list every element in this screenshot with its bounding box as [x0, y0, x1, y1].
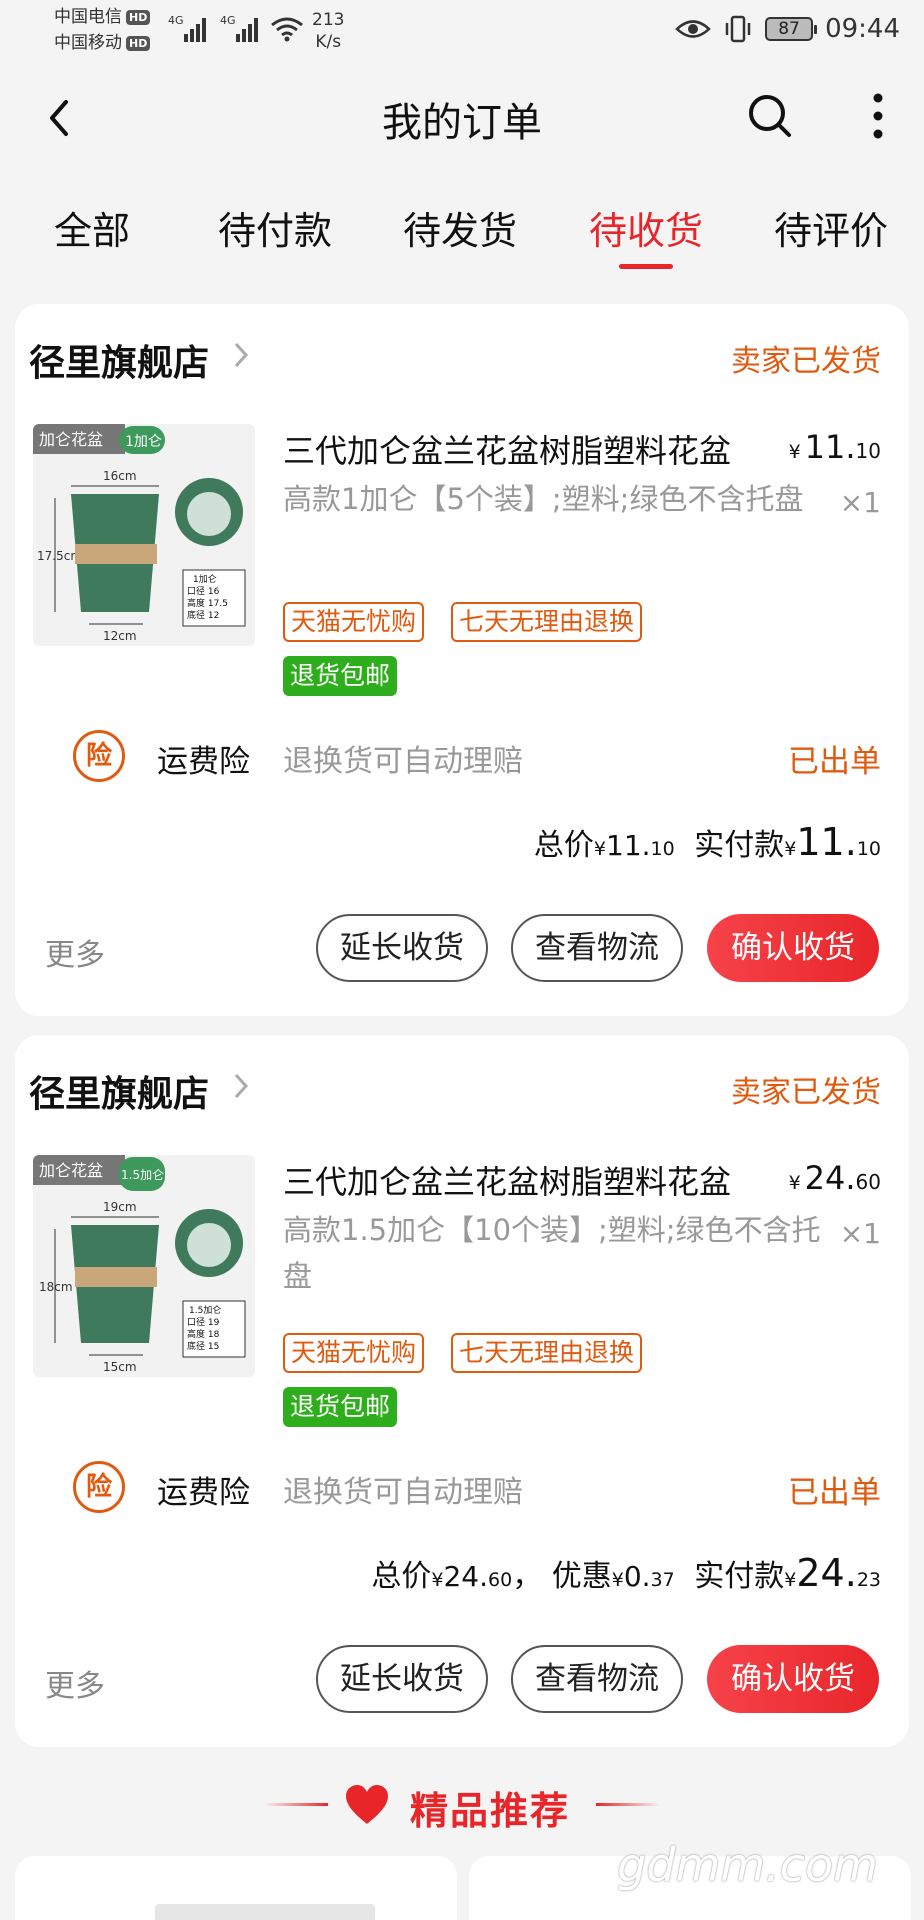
status-bar: 中国电信 HD 中国移动 HD 4G 4G 213 K/s 87 09:44 [0, 0, 924, 66]
svg-text:高度 17.5: 高度 17.5 [187, 597, 228, 609]
product-price: ¥11.10 [788, 428, 881, 466]
extend-receipt-button[interactable]: 延长收货 [316, 1645, 488, 1713]
confirm-receipt-button[interactable]: 确认收货 [707, 914, 879, 982]
chevron-right-icon[interactable] [232, 1071, 250, 1101]
carrier-1: 中国电信 HD [54, 6, 151, 28]
image-badge-left: 加仑花盆 [39, 430, 103, 449]
svg-text:底径 12: 底径 12 [187, 609, 219, 621]
svg-text:16cm: 16cm [103, 469, 137, 483]
tab-pending-review[interactable]: 待评价 [774, 200, 888, 255]
product-name[interactable]: 三代加仑盆兰花盆树脂塑料花盆 [283, 426, 763, 472]
eye-icon [675, 20, 711, 38]
product-name[interactable]: 三代加仑盆兰花盆树脂塑料花盆 [283, 1157, 763, 1203]
view-logistics-button[interactable]: 查看物流 [511, 914, 683, 982]
active-tab-indicator [619, 264, 673, 269]
image-badge-left: 加仑花盆 [39, 1161, 103, 1180]
recommend-title: 精品推荐 [410, 1789, 571, 1833]
search-icon[interactable] [746, 92, 794, 142]
insurance-status: 已出单 [788, 1475, 881, 1511]
product-image[interactable]: 加仑花盆 1.5加仑 19cm 18cm 15cm 1.5加仑 口径 19 高度… [33, 1155, 255, 1377]
insurance-desc: 退换货可自动理赔 [283, 744, 523, 779]
signal-icon [184, 16, 206, 42]
shop-name[interactable]: 径里旗舰店 [29, 334, 209, 386]
signal-icon-2 [236, 16, 258, 42]
svg-text:12cm: 12cm [103, 629, 137, 643]
svg-text:底径 15: 底径 15 [187, 1340, 219, 1352]
tag-tmall-worry-free: 天猫无忧购 [283, 1333, 425, 1373]
order-card: 径里旗舰店 卖家已发货 加仑花盆 1加仑 16cm 17.5cm 12cm 1加… [15, 304, 909, 1016]
tag-free-return-shipping: 退货包邮 [283, 656, 398, 696]
insurance-name: 运费险 [157, 1475, 250, 1511]
tag-free-return-shipping: 退货包邮 [283, 1387, 398, 1427]
tag-seven-day-return: 七天无理由退换 [451, 1333, 643, 1373]
network-speed: 213 K/s [312, 10, 345, 52]
order-total: 总价¥24.60， 优惠¥0.37 实付款¥24.23 [371, 1551, 881, 1595]
watermark: gdmm.com [617, 1838, 878, 1892]
view-logistics-button[interactable]: 查看物流 [511, 1645, 683, 1713]
nav-bar: 我的订单 [0, 66, 924, 170]
insurance-icon: 险 [73, 730, 125, 782]
network-type-1: 4G [168, 14, 184, 27]
product-spec: 高款1.5加仑【10个装】;塑料;绿色不含托盘 [283, 1213, 821, 1293]
tab-all[interactable]: 全部 [54, 200, 130, 255]
clock: 09:44 [825, 14, 900, 44]
image-badge-right: 1.5加仑 [121, 1168, 164, 1182]
svg-text:口径 19: 口径 19 [187, 1316, 220, 1328]
svg-text:15cm: 15cm [103, 1360, 137, 1374]
svg-text:1.5加仑: 1.5加仑 [189, 1304, 221, 1316]
order-card: 径里旗舰店 卖家已发货 加仑花盆 1.5加仑 19cm 18cm 15cm 1.… [15, 1035, 909, 1747]
tab-pending-payment[interactable]: 待付款 [218, 200, 332, 255]
recommend-item[interactable] [15, 1856, 457, 1920]
battery-icon: 87 [765, 17, 818, 41]
tab-pending-receipt[interactable]: 待收货 [589, 200, 703, 255]
vibrate-icon [725, 15, 751, 43]
svg-text:1加仑: 1加仑 [193, 573, 217, 585]
product-quantity: ×1 [839, 486, 881, 519]
heart-icon [346, 1785, 388, 1824]
product-image[interactable]: 加仑花盆 1加仑 16cm 17.5cm 12cm 1加仑 口径 16 高度 1… [33, 424, 255, 646]
shop-name[interactable]: 径里旗舰店 [29, 1065, 209, 1117]
confirm-receipt-button[interactable]: 确认收货 [707, 1645, 879, 1713]
product-price: ¥24.60 [788, 1159, 881, 1197]
insurance-name: 运费险 [157, 744, 250, 780]
more-button[interactable]: 更多 [45, 930, 105, 974]
more-menu-icon[interactable] [868, 90, 888, 142]
svg-text:19cm: 19cm [103, 1200, 137, 1214]
insurance-status: 已出单 [788, 744, 881, 780]
carrier-2: 中国移动 HD [54, 32, 151, 54]
tag-seven-day-return: 七天无理由退换 [451, 602, 643, 642]
order-tabs: 全部 待付款 待发货 待收货 待评价 [0, 170, 924, 270]
order-total: 总价¥11.10 实付款¥11.10 [533, 820, 881, 864]
insurance-desc: 退换货可自动理赔 [283, 1475, 523, 1510]
tag-tmall-worry-free: 天猫无忧购 [283, 602, 425, 642]
order-status: 卖家已发货 [731, 1075, 881, 1110]
tab-pending-shipment[interactable]: 待发货 [403, 200, 517, 255]
svg-text:口径 16: 口径 16 [187, 585, 220, 597]
order-status: 卖家已发货 [731, 344, 881, 379]
product-quantity: ×1 [839, 1217, 881, 1250]
svg-text:高度 18: 高度 18 [187, 1328, 220, 1340]
more-button[interactable]: 更多 [45, 1661, 105, 1705]
network-type-2: 4G [220, 14, 236, 27]
product-spec: 高款1加仑【5个装】;塑料;绿色不含托盘 [283, 482, 804, 516]
image-badge-right: 1加仑 [125, 434, 162, 450]
insurance-icon: 险 [73, 1461, 125, 1513]
wifi-icon [271, 17, 303, 42]
extend-receipt-button[interactable]: 延长收货 [316, 914, 488, 982]
chevron-right-icon[interactable] [232, 340, 250, 370]
svg-text:18cm: 18cm [39, 1280, 73, 1294]
